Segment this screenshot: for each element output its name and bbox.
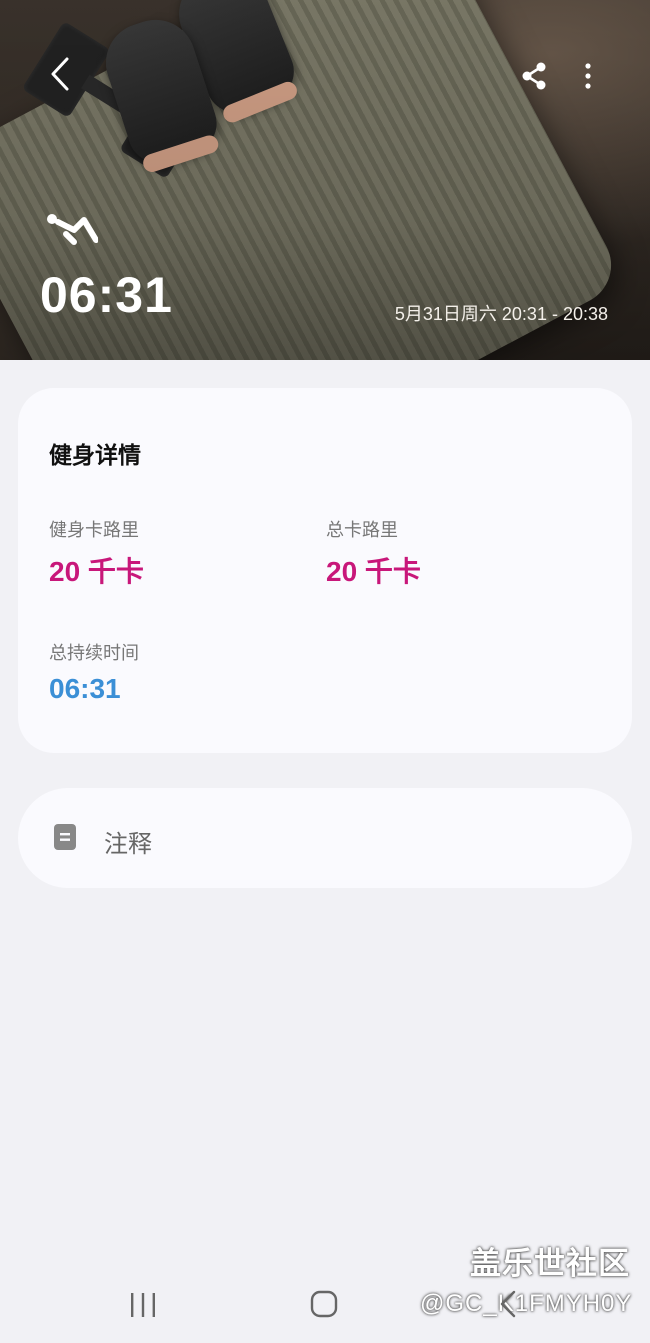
watermark-title: 盖乐世社区	[470, 1246, 630, 1282]
back-nav-icon[interactable]	[498, 1290, 518, 1318]
share-icon	[522, 62, 546, 90]
share-button[interactable]	[514, 56, 554, 96]
metric-value: 20 千卡	[49, 556, 144, 587]
metric-value: 20 千卡	[326, 556, 421, 587]
home-icon[interactable]	[310, 1290, 338, 1318]
watermark-handle: @GC_K1FMYH0Y	[420, 1290, 633, 1317]
workout-icon	[47, 214, 98, 245]
note-icon	[54, 824, 76, 850]
notes-label: 注释	[104, 830, 152, 858]
workout-details-card: 健身详情 健身卡路里 20 千卡 总卡路里 20 千卡 总持续时间 06:31	[18, 388, 632, 753]
more-vertical-icon	[585, 63, 591, 89]
recents-icon[interactable]	[128, 1292, 158, 1318]
metric-value: 06:31	[49, 673, 121, 704]
metric-label: 总持续时间	[49, 643, 139, 664]
metric-label: 总卡路里	[326, 520, 398, 541]
more-options-button[interactable]	[572, 56, 604, 96]
metric-total-calories: 总卡路里 20 千卡	[326, 516, 421, 590]
hero-banner: 06:31 5月31日周六 20:31 - 20:38	[0, 0, 650, 360]
back-button[interactable]	[40, 52, 80, 96]
workout-duration: 06:31	[40, 267, 173, 323]
notes-field[interactable]: 注释	[18, 788, 632, 888]
metric-label: 健身卡路里	[49, 520, 139, 541]
metric-total-duration: 总持续时间 06:31	[49, 639, 139, 705]
metric-workout-calories: 健身卡路里 20 千卡	[49, 516, 144, 590]
details-title: 健身详情	[49, 443, 141, 469]
chevron-left-icon	[51, 57, 69, 91]
workout-time-range: 5月31日周六 20:31 - 20:38	[394, 304, 608, 324]
